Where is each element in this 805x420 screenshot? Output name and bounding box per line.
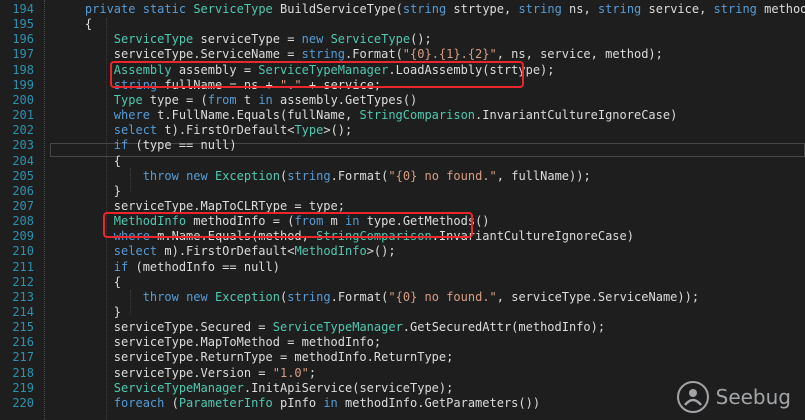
line-number: 208: [12, 214, 34, 229]
code-text: serviceType.Secured = ServiceTypeManager…: [56, 320, 606, 335]
code-editor[interactable]: 194 private static ServiceType BuildServ…: [0, 0, 805, 420]
code-text: throw new Exception(string.Format("{0} n…: [142, 289, 700, 304]
line-number: 199: [12, 77, 34, 92]
code-text: {: [56, 153, 122, 168]
line-number: 216: [12, 335, 34, 350]
code-text: throw new Exception(string.Format("{0} n…: [142, 168, 591, 183]
line-number: 203: [12, 138, 34, 153]
code-text: where t.FullName.Equals(fullName, String…: [113, 108, 678, 123]
code-text: }: [56, 183, 122, 198]
highlight-box-load-assembly: [110, 61, 524, 88]
line-number: 196: [12, 32, 34, 47]
line-number: 195: [12, 17, 34, 32]
line-number: 206: [12, 183, 34, 198]
line-number: 219: [12, 380, 34, 395]
code-text: select m).FirstOrDefault<MethodInfo>();: [113, 244, 396, 259]
line-number: 211: [12, 259, 34, 274]
code-text: ServiceType serviceType = new ServiceTyp…: [113, 32, 432, 47]
code-text: Type type = (from t in assembly.GetTypes…: [113, 92, 418, 107]
fold-margin: [44, 0, 46, 420]
highlight-box-get-methods: [103, 212, 473, 238]
watermark-text: Seebug: [715, 385, 791, 409]
code-text: }: [56, 305, 122, 319]
line-number: 200: [12, 92, 34, 107]
line-number: 205: [12, 168, 34, 183]
line-number: 197: [12, 47, 34, 62]
code-text: {: [56, 274, 122, 289]
line-number: 207: [12, 198, 34, 213]
code-text: if (methodInfo == null): [113, 259, 280, 274]
line-number: 202: [12, 123, 34, 138]
watermark: Seebug: [676, 380, 791, 414]
line-number: 220: [12, 395, 34, 410]
line-number: 212: [12, 274, 34, 289]
line-number: 209: [12, 229, 34, 244]
code-text: if (type == null): [113, 138, 237, 153]
code-text: private static ServiceType BuildServiceT…: [84, 2, 805, 16]
line-number: 210: [12, 244, 34, 259]
line-number: 201: [12, 108, 34, 123]
line-number: 194: [12, 2, 34, 16]
code-text: ServiceTypeManager.InitApiService(servic…: [113, 380, 454, 395]
line-number: 215: [12, 320, 34, 335]
code-text: serviceType.Version = "1.0";: [56, 365, 317, 380]
code-text: select t).FirstOrDefault<Type>();: [113, 123, 353, 138]
line-number: 204: [12, 153, 34, 168]
line-number: 213: [12, 289, 34, 304]
code-text: serviceType.MapToMethod = methodInfo;: [56, 335, 382, 350]
code-text: {: [56, 17, 93, 32]
line-number: 198: [12, 62, 34, 77]
code-text: serviceType.ReturnType = methodInfo.Retu…: [56, 350, 454, 365]
line-number: 217: [12, 350, 34, 365]
line-number: 218: [12, 365, 34, 380]
line-number: 214: [12, 305, 34, 319]
code-text: foreach (ParameterInfo pInfo in methodIn…: [113, 395, 541, 410]
seebug-logo-icon: [676, 381, 709, 413]
